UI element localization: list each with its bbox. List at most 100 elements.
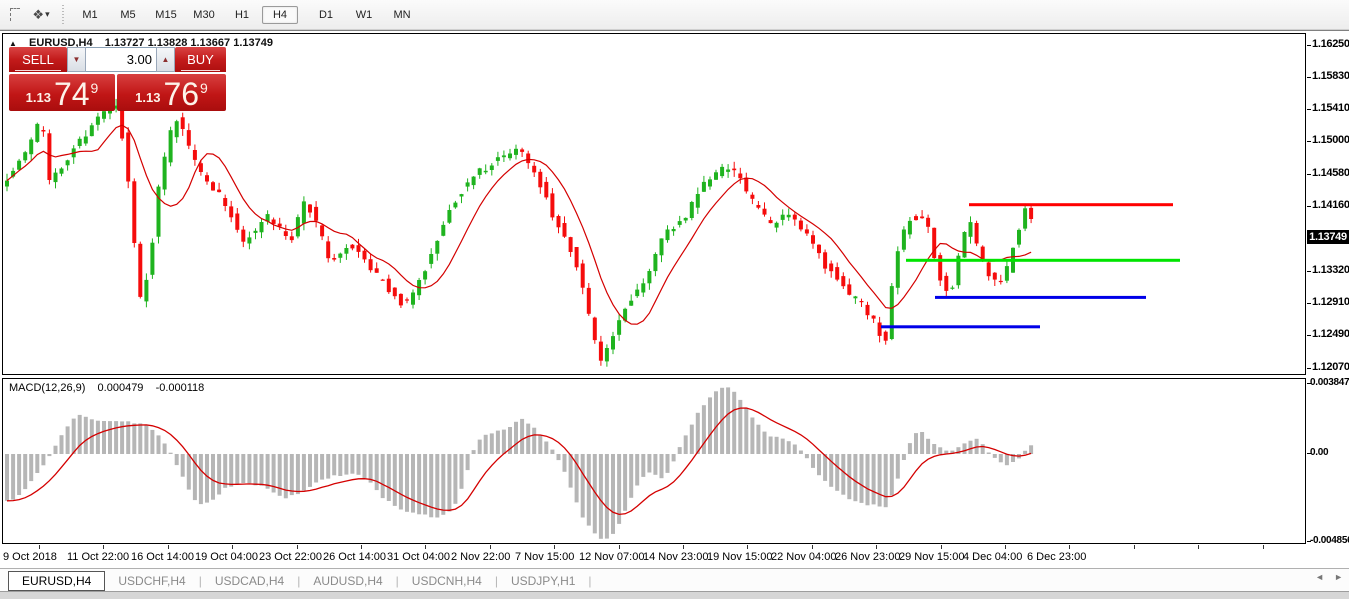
- chart-tab-eurusd-h4[interactable]: EURUSD,H4: [8, 571, 105, 591]
- date-tick: [361, 545, 362, 549]
- price-tick-label: 1.12070: [1312, 361, 1349, 373]
- macd-tick-label: 0.00: [1310, 447, 1328, 458]
- buy-quote[interactable]: 1.13 76 9: [117, 74, 226, 111]
- date-label: 31 Oct 04:00: [387, 551, 450, 563]
- chart-tab-bar: EURUSD,H4USDCHF,H4|USDCAD,H4|AUDUSD,H4|U…: [0, 568, 1349, 592]
- date-tick: [1134, 545, 1135, 549]
- tab-scroll-buttons: ◄ ►: [1315, 572, 1343, 582]
- price-tick-label: 1.14160: [1312, 199, 1349, 211]
- price-pane[interactable]: ▲ EURUSD,H4 1.13727 1.13828 1.13667 1.13…: [2, 33, 1306, 375]
- date-tick: [425, 545, 426, 549]
- top-toolbar: ❖ ▾ M1M5M15M30H1H4 D1W1MN: [0, 0, 1349, 30]
- date-label: 19 Nov 15:00: [707, 551, 772, 563]
- chart-tab-audusd-h4[interactable]: AUDUSD,H4: [300, 572, 395, 590]
- macd-histogram: [5, 387, 1033, 538]
- price-tick: [1307, 109, 1311, 110]
- timeframe-button-w1[interactable]: W1: [346, 6, 382, 24]
- price-tick-label: 1.12490: [1312, 328, 1349, 340]
- price-scale[interactable]: 1.162501.158301.154101.150001.145801.141…: [1307, 31, 1349, 545]
- one-click-trade-panel: SELL ▼ ▲ BUY 1.13 74 9 1.13 76 9: [9, 47, 226, 111]
- date-label: 14 Nov 23:00: [643, 551, 708, 563]
- status-bar: [0, 591, 1349, 599]
- chart-tab-usdcad-h4[interactable]: USDCAD,H4: [202, 572, 297, 590]
- price-tick: [1307, 335, 1311, 336]
- date-tick: [747, 545, 748, 549]
- price-tick: [1307, 141, 1311, 142]
- chart-tab-usdcnh-h4[interactable]: USDCNH,H4: [399, 572, 495, 590]
- date-label: 16 Oct 14:00: [131, 551, 194, 563]
- timeframe-button-m5[interactable]: M5: [110, 6, 146, 24]
- date-label: 12 Nov 07:00: [579, 551, 644, 563]
- mt4-window: { "toolbar": { "timeframes": ["M1","M5",…: [0, 0, 1349, 597]
- date-label: 26 Oct 14:00: [323, 551, 386, 563]
- sell-quote[interactable]: 1.13 74 9: [9, 74, 115, 111]
- timeframe-button-m15[interactable]: M15: [148, 6, 184, 24]
- date-label: 9 Oct 2018: [3, 551, 57, 563]
- date-label: 29 Nov 15:00: [899, 551, 964, 563]
- date-tick: [941, 545, 942, 549]
- date-label: 6 Dec 23:00: [1027, 551, 1086, 563]
- timeframe-buttons: M1M5M15M30H1H4 D1W1MN: [71, 6, 421, 24]
- timeframe-button-d1[interactable]: D1: [308, 6, 344, 24]
- date-tick: [232, 545, 233, 549]
- tile-windows-icon[interactable]: ❖ ▾: [30, 5, 52, 25]
- chart-tab-usdchf-h4[interactable]: USDCHF,H4: [105, 572, 198, 590]
- date-label: 23 Oct 22:00: [259, 551, 322, 563]
- timeframe-button-mn[interactable]: MN: [384, 6, 420, 24]
- date-tick: [1198, 545, 1199, 549]
- price-tick: [1307, 174, 1311, 175]
- macd-chart[interactable]: [3, 379, 1305, 543]
- volume-increase-button[interactable]: ▲: [156, 47, 175, 72]
- trend-hline[interactable]: [906, 259, 1180, 262]
- price-tick-label: 1.13320: [1312, 264, 1349, 276]
- price-tick: [1307, 368, 1311, 369]
- date-label: 2 Nov 22:00: [451, 551, 510, 563]
- price-tick: [1307, 77, 1311, 78]
- date-tick: [297, 545, 298, 549]
- price-tick-label: 1.15000: [1312, 134, 1349, 146]
- volume-decrease-button[interactable]: ▼: [67, 47, 86, 72]
- price-tick: [1307, 303, 1311, 304]
- date-scale[interactable]: 9 Oct 201811 Oct 22:0016 Oct 14:0019 Oct…: [0, 545, 1349, 567]
- trend-hline[interactable]: [935, 296, 1146, 299]
- volume-input[interactable]: [86, 47, 156, 72]
- macd-header: MACD(12,26,9) 0.000479 -0.000118: [9, 382, 204, 394]
- timeframe-button-m30[interactable]: M30: [186, 6, 222, 24]
- date-tick: [1005, 545, 1006, 549]
- current-price-tag: 1.13749: [1307, 230, 1349, 244]
- timeframe-button-m1[interactable]: M1: [72, 6, 108, 24]
- macd-tick-label: 0.003847: [1310, 377, 1349, 388]
- sell-button[interactable]: SELL: [9, 47, 67, 72]
- macd-signal-line: [7, 408, 1031, 514]
- date-tick: [619, 545, 620, 549]
- date-label: 19 Oct 04:00: [195, 551, 258, 563]
- dropdown-caret-icon: ▾: [45, 9, 50, 20]
- chart-area: ▲ EURUSD,H4 1.13727 1.13828 1.13667 1.13…: [0, 30, 1349, 598]
- date-tick: [103, 545, 104, 549]
- timeframe-button-h1[interactable]: H1: [224, 6, 260, 24]
- macd-label: MACD(12,26,9): [9, 382, 85, 394]
- price-tick: [1307, 271, 1311, 272]
- date-label: 4 Dec 04:00: [963, 551, 1022, 563]
- date-tick: [554, 545, 555, 549]
- up-arrow-icon: ▲: [162, 55, 170, 64]
- chart-shift-icon[interactable]: [4, 5, 26, 25]
- macd-signal-value: -0.000118: [156, 382, 205, 394]
- trend-hline[interactable]: [881, 325, 1040, 328]
- date-tick: [683, 545, 684, 549]
- tab-scroll-left-icon[interactable]: ◄: [1315, 572, 1324, 582]
- buy-button[interactable]: BUY: [175, 47, 226, 72]
- date-tick: [490, 545, 491, 549]
- price-tick-label: 1.15410: [1312, 102, 1349, 114]
- price-tick-label: 1.15830: [1312, 70, 1349, 82]
- down-arrow-icon: ▼: [73, 55, 81, 64]
- tab-scroll-right-icon[interactable]: ►: [1334, 572, 1343, 582]
- trend-hline[interactable]: [969, 203, 1173, 206]
- chart-tab-usdjpy-h1[interactable]: USDJPY,H1: [498, 572, 588, 590]
- toolbar-grip: [60, 5, 65, 25]
- ma-line: [7, 125, 1031, 324]
- tab-separator: |: [588, 574, 591, 588]
- timeframe-button-h4[interactable]: H4: [262, 6, 298, 24]
- price-tick: [1307, 206, 1311, 207]
- macd-pane[interactable]: MACD(12,26,9) 0.000479 -0.000118: [2, 378, 1306, 544]
